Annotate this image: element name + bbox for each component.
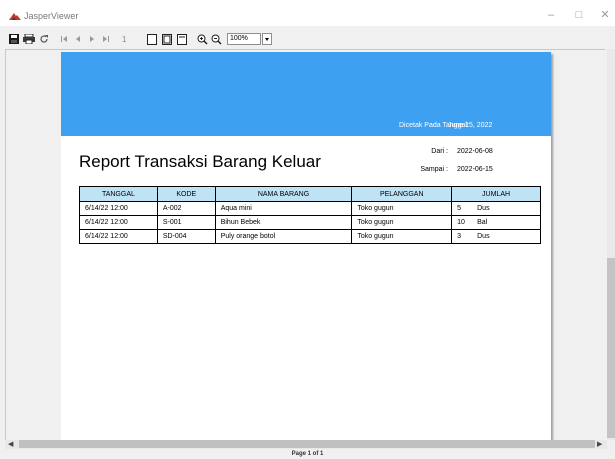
toolbar [0,29,615,49]
quantity: 10 [457,219,465,226]
cell-kode: A-002 [156,201,216,216]
cell-pelanggan: Toko gugun [351,201,453,216]
cell-tanggal: 6/14/22 12:00 [79,229,158,244]
horizontal-scrollbar-thumb[interactable] [19,440,595,448]
date-from-label: Dari : [431,148,448,155]
report-title: Report Transaksi Barang Keluar [79,152,321,171]
cell-nama-barang: Puly orange botol [214,229,353,244]
window-title: JasperViewer [24,11,79,21]
date-from-value: 2022-06-08 [457,148,493,155]
close-button[interactable]: ✕ [598,9,612,21]
scroll-left-icon[interactable]: ◀ [8,440,13,448]
quantity: 3 [457,233,462,240]
fit-page-icon[interactable] [161,32,173,46]
zoom-select[interactable]: 100% [227,33,261,45]
unit: Dus [477,233,490,240]
column-header-jumlah: JUMLAH [451,186,541,202]
minimize-button[interactable]: – [544,9,558,21]
unit: Dus [477,205,490,212]
cell-tanggal: 6/14/22 12:00 [79,201,158,216]
save-icon[interactable] [8,32,20,46]
cell-nama-barang: Aqua mini [214,201,353,216]
zoom-in-icon[interactable] [196,32,208,46]
cell-kode: S-001 [156,215,216,230]
unit: Bal [477,219,488,226]
table-header-row: TANGGAL KODE NAMA BARANG PELANGGAN JUMLA… [79,186,541,202]
scroll-right-icon[interactable]: ▶ [597,440,602,448]
cell-kode: SD-004 [156,229,216,244]
cell-pelanggan: Toko gugun [351,229,453,244]
zoom-out-icon[interactable] [210,32,222,46]
first-page-icon[interactable] [59,32,69,46]
table-row: 6/14/22 12:00 A-002 Aqua mini Toko gugun… [79,201,541,216]
actual-size-icon[interactable] [146,32,158,46]
previous-page-icon[interactable] [73,32,83,46]
title-bar: JasperViewer – □ ✕ [0,0,615,26]
cell-nama-barang: Bihun Bebek [214,215,353,230]
table-row: 6/14/22 12:00 SD-004 Puly orange botol T… [79,229,541,244]
vertical-scrollbar-thumb[interactable] [607,258,615,438]
page-indicator: Page 1 of 1 [291,451,324,457]
next-page-icon[interactable] [87,32,97,46]
cell-jumlah: 10 Bal [451,215,541,230]
maximize-button[interactable]: □ [572,9,586,21]
page-number-input[interactable] [119,33,139,46]
transactions-table: TANGGAL KODE NAMA BARANG PELANGGAN JUMLA… [79,186,541,244]
column-header-tanggal: TANGGAL [79,186,158,202]
chevron-down-icon[interactable] [262,33,272,45]
last-page-icon[interactable] [101,32,111,46]
reload-icon[interactable] [38,32,50,46]
printed-date-value: June 15, 2022 [448,122,493,129]
column-header-pelanggan: PELANGGAN [351,186,453,202]
cell-jumlah: 3 Dus [451,229,541,244]
jasper-logo-icon [9,13,21,20]
column-header-nama-barang: NAMA BARANG [214,186,353,202]
column-header-kode: KODE [156,186,216,202]
quantity: 5 [457,205,462,212]
print-icon[interactable] [22,32,36,46]
fit-width-icon[interactable] [176,32,188,46]
table-row: 6/14/22 12:00 S-001 Bihun Bebek Toko gug… [79,215,541,230]
cell-pelanggan: Toko gugun [351,215,453,230]
cell-tanggal: 6/14/22 12:00 [79,215,158,230]
date-to-label: Sampai : [420,166,448,173]
date-to-value: 2022-06-15 [457,166,493,173]
cell-jumlah: 5 Dus [451,201,541,216]
